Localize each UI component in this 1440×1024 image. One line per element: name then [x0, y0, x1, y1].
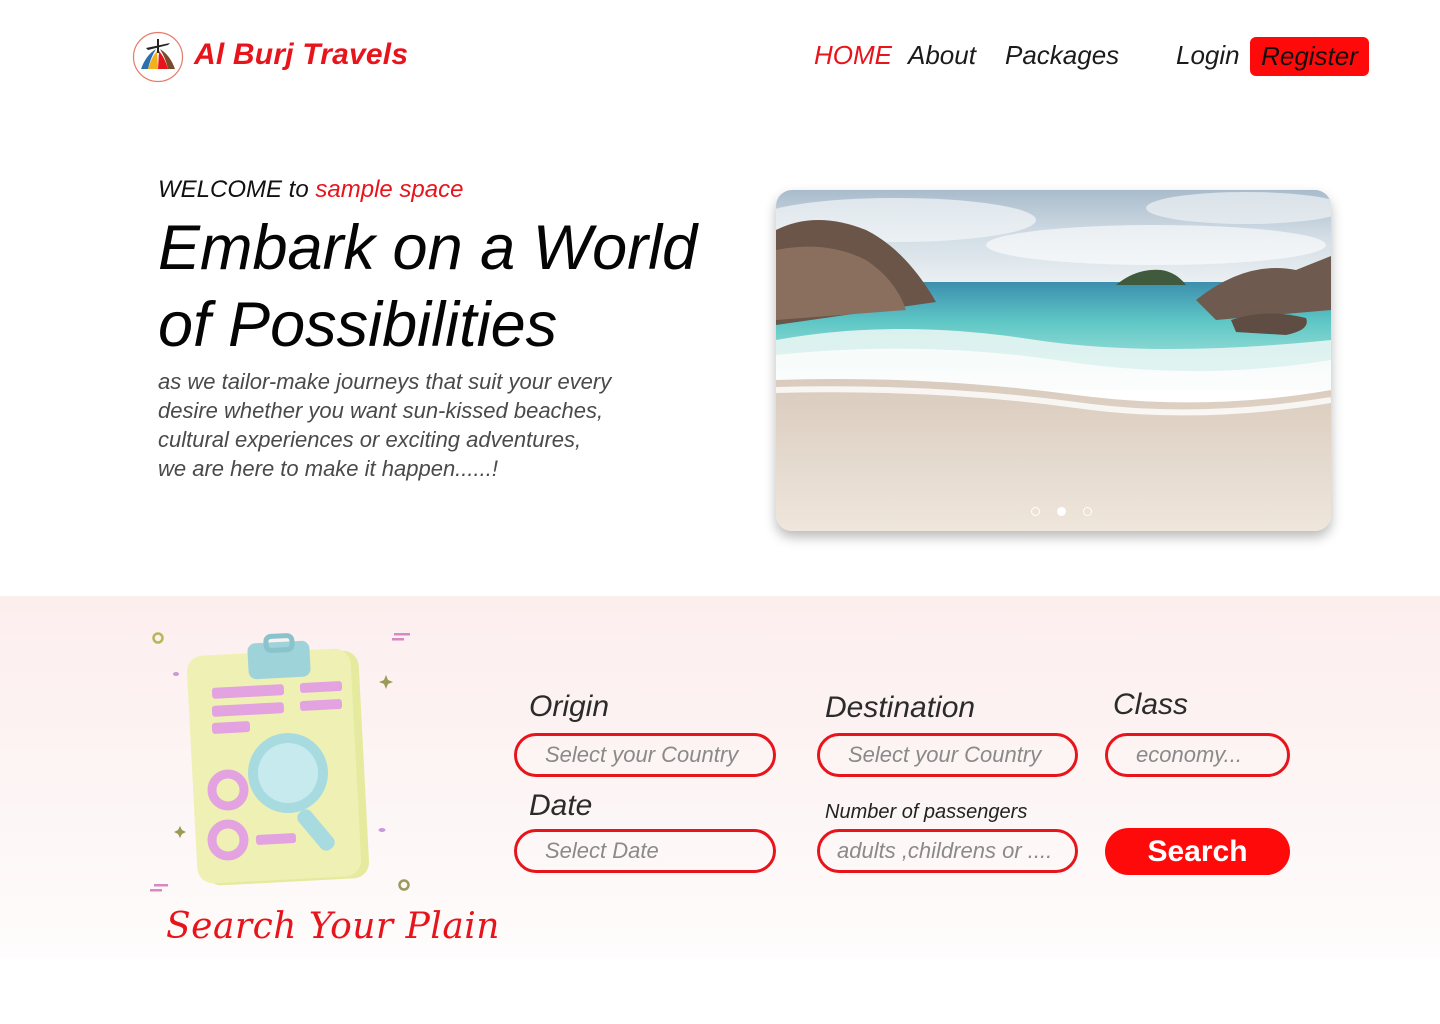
hero-title: Embark on a World of Possibilities [158, 213, 698, 360]
date-input[interactable] [514, 829, 776, 873]
search-button[interactable]: Search [1105, 828, 1290, 875]
class-input[interactable] [1105, 733, 1290, 777]
brand-name[interactable]: Al Burj Travels [194, 38, 408, 72]
destination-input[interactable] [817, 733, 1078, 777]
destination-label: Destination [825, 691, 976, 724]
slider-dot-2[interactable] [1057, 507, 1066, 516]
nav-packages[interactable]: Packages [1005, 40, 1119, 71]
origin-input[interactable] [514, 733, 776, 777]
welcome-text: WELCOME to sample space [158, 176, 463, 204]
register-button[interactable]: Register [1250, 37, 1369, 76]
class-label: Class [1113, 688, 1189, 721]
nav-about[interactable]: About [908, 40, 976, 71]
hero-subtitle: as we tailor-make journeys that suit you… [158, 369, 612, 481]
logo-icon[interactable] [132, 31, 184, 83]
welcome-accent: sample space [315, 176, 464, 203]
slider-dot-3[interactable] [1083, 507, 1092, 516]
hero-image-slider[interactable] [776, 190, 1331, 531]
slider-dot-1[interactable] [1031, 507, 1040, 516]
passengers-label: Number of passengers [825, 801, 1028, 823]
nav-home[interactable]: HOME [814, 40, 892, 71]
origin-label: Origin [529, 690, 610, 723]
login-link[interactable]: Login [1176, 40, 1240, 71]
date-label: Date [529, 789, 593, 822]
search-caption: Search Your Plain [166, 906, 500, 947]
beach-image [776, 190, 1331, 531]
clipboard-search-illustration [148, 628, 416, 896]
welcome-prefix: WELCOME to [158, 176, 309, 203]
passengers-input[interactable] [817, 829, 1078, 873]
